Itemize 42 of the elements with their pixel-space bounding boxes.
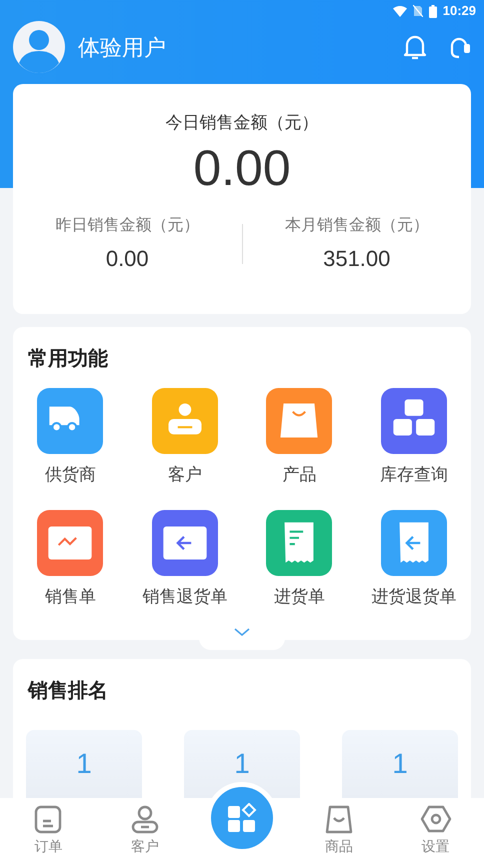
function-item[interactable]: 客户	[128, 388, 242, 488]
section-title: 销售排名	[28, 679, 109, 704]
bag-icon	[266, 388, 332, 454]
section-title: 常用功能	[28, 347, 109, 372]
tab-item[interactable]: 客户	[96, 798, 194, 862]
notification-bell-icon[interactable]	[403, 34, 427, 60]
function-item[interactable]: 供货商	[13, 388, 128, 488]
bag-icon	[324, 804, 354, 834]
chart-icon	[37, 510, 104, 576]
status-time: 10:29	[442, 2, 476, 20]
apps-icon	[226, 803, 257, 833]
receipt-icon	[266, 510, 332, 576]
chevron-down-icon	[234, 628, 250, 637]
today-sales-value: 0.00	[193, 140, 291, 196]
stat-label: 本月销售金额（元）	[284, 216, 429, 236]
ranking-value: 1	[234, 750, 250, 778]
function-item[interactable]: 销售退货单	[128, 510, 242, 609]
stat-value: 351.00	[323, 244, 390, 272]
truck-icon	[37, 388, 104, 454]
no-sim-icon	[412, 5, 423, 17]
ranking-value: 1	[392, 750, 408, 778]
person-icon	[130, 804, 160, 834]
receipt-return-icon	[380, 510, 447, 576]
function-item[interactable]: 进货退货单	[356, 510, 471, 609]
stat-value: 0.00	[106, 244, 149, 272]
avatar-icon[interactable]	[13, 21, 65, 73]
boxes-icon	[380, 388, 447, 454]
function-item[interactable]: 库存查询	[356, 388, 471, 488]
document-icon	[33, 804, 64, 834]
function-item[interactable]: 产品	[242, 388, 356, 488]
tab-item[interactable]: 商品	[290, 798, 388, 862]
tab-item[interactable]: 订单	[0, 798, 97, 862]
function-item[interactable]: 进货单	[242, 510, 356, 609]
ranking-value: 1	[76, 750, 92, 778]
today-sales-label: 今日销售金额（元）	[166, 112, 318, 134]
person-icon	[152, 388, 218, 454]
settings-icon	[420, 804, 452, 834]
user-name: 体验用户	[78, 34, 166, 62]
tab-item[interactable]: 设置	[387, 798, 484, 862]
function-item[interactable]: 销售单	[13, 510, 128, 609]
wifi-icon	[392, 6, 407, 16]
stat-label: 昨日销售金额（元）	[55, 216, 200, 236]
